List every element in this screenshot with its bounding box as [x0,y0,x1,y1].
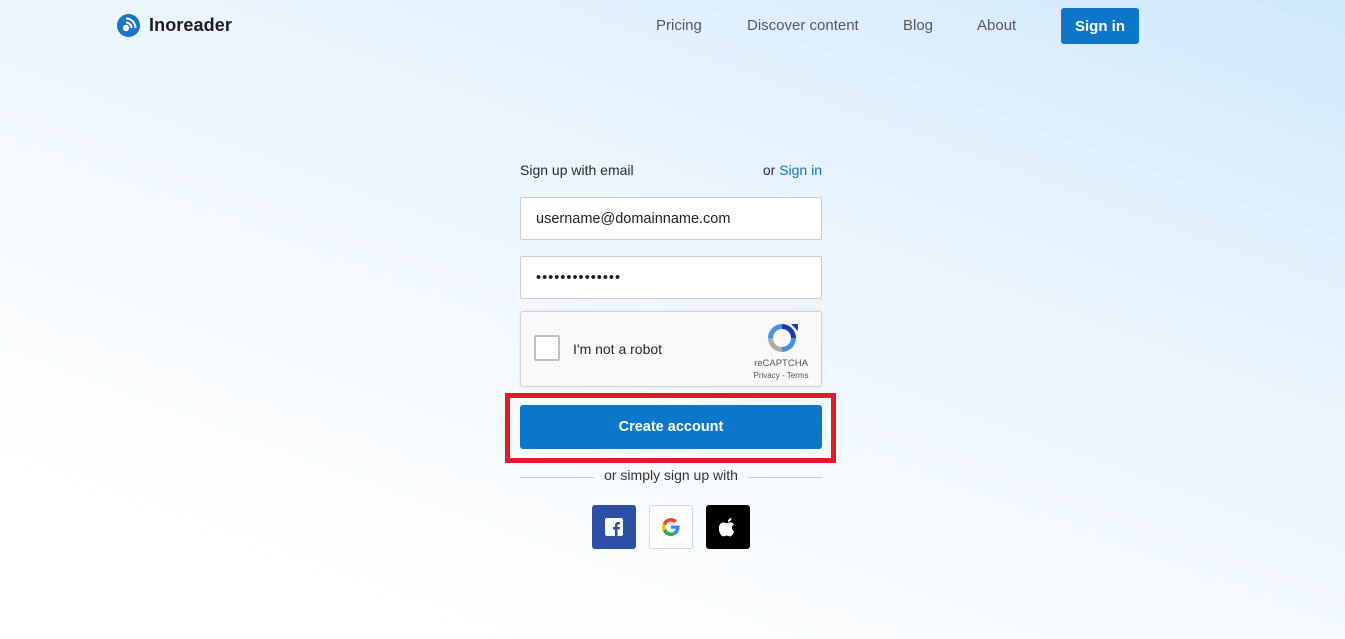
divider-right [748,477,822,478]
facebook-signup-button[interactable] [592,505,636,549]
facebook-icon [605,518,623,536]
nav-blog[interactable]: Blog [903,17,933,34]
apple-icon [719,518,735,537]
form-title: Sign up with email [520,162,634,178]
password-field[interactable] [520,256,822,299]
nav-pricing[interactable]: Pricing [656,17,702,34]
apple-signup-button[interactable] [706,505,750,549]
recaptcha-checkbox[interactable] [534,335,560,361]
or-text: or [762,162,776,178]
sign-in-link[interactable]: Sign in [779,162,822,178]
nav-discover-content[interactable]: Discover content [747,17,859,34]
social-divider-text: or simply sign up with [604,467,738,483]
brand-logo[interactable]: Inoreader [117,14,232,37]
header-sign-in-button[interactable]: Sign in [1061,8,1139,44]
nav-about[interactable]: About [977,17,1016,34]
recaptcha-label: I'm not a robot [573,341,663,357]
recaptcha-links[interactable]: Privacy - Terms [743,371,819,380]
recaptcha-widget: I'm not a robot reCAPTCHA Privacy - Term… [520,311,822,387]
create-account-button[interactable]: Create account [520,405,822,449]
recaptcha-brand: reCAPTCHA [754,358,808,369]
or-sign-in: or Sign in [763,162,822,178]
inoreader-logo-icon [117,14,140,37]
email-field[interactable] [520,197,822,240]
google-icon [662,518,680,536]
google-signup-button[interactable] [649,505,693,549]
recaptcha-logo-icon [768,324,798,352]
brand-name: Inoreader [149,15,232,35]
